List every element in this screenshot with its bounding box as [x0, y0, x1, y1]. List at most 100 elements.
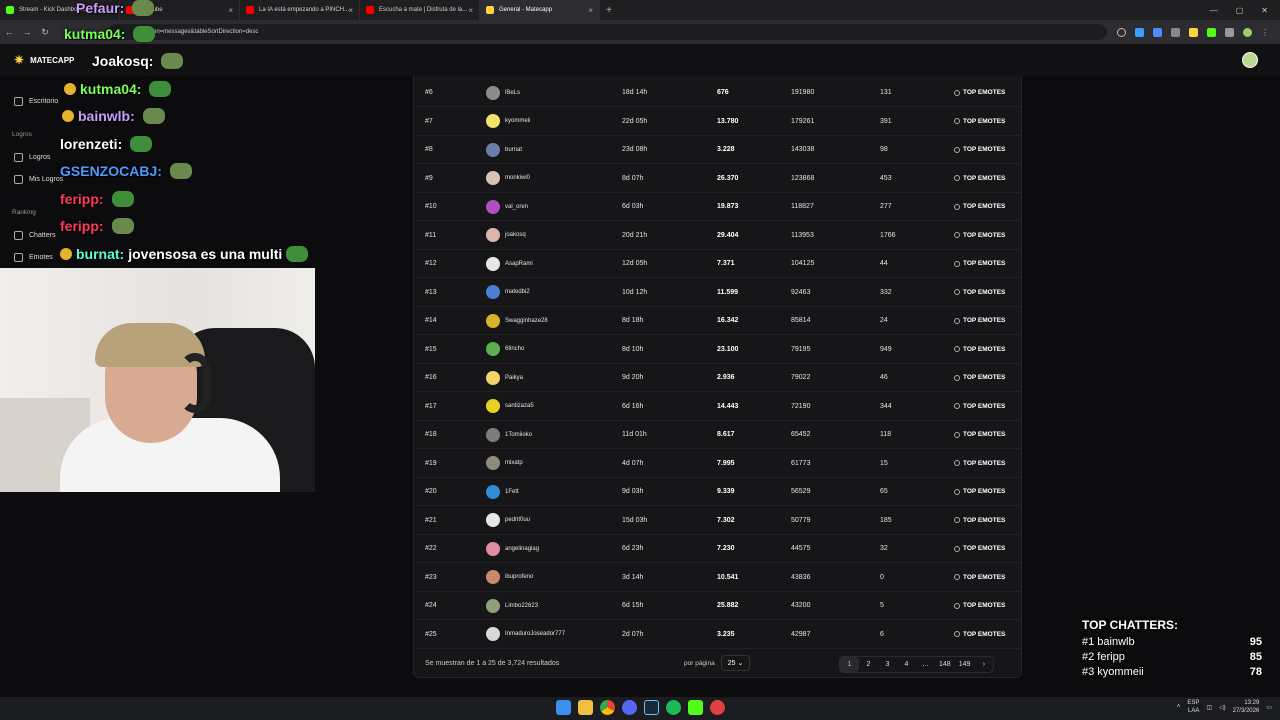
clock[interactable]: 13:29 27/3/2026 [1233, 699, 1260, 715]
sidebar-item-chatters[interactable]: Chatters [14, 231, 55, 240]
user-avatar-icon [486, 570, 500, 584]
chrome-icon[interactable] [600, 700, 615, 715]
windows-start-icon[interactable] [556, 700, 571, 715]
menu-dots-icon[interactable]: ⋮ [1261, 28, 1270, 37]
username: monkiwi0 [505, 175, 531, 181]
page-button[interactable]: 149 [955, 657, 975, 672]
extension-icon[interactable] [1153, 27, 1162, 37]
user-cell: ibuprofeno [486, 570, 533, 584]
extension-icon[interactable] [1207, 27, 1216, 37]
chat-message: kutma04: [64, 81, 172, 97]
user-avatar[interactable] [1242, 52, 1258, 68]
top-emotes-button[interactable]: TOP EMOTES [954, 374, 1005, 381]
spotify-icon[interactable] [666, 700, 681, 715]
notification-icon[interactable]: ▭ [1266, 704, 1272, 711]
top-emotes-button[interactable]: TOP EMOTES [954, 175, 1005, 182]
top-emotes-button[interactable]: TOP EMOTES [954, 289, 1005, 296]
top-emotes-button[interactable]: TOP EMOTES [954, 460, 1005, 467]
user-cell: Paikya [486, 370, 523, 385]
top-emotes-button[interactable]: TOP EMOTES [954, 203, 1005, 210]
steam-icon[interactable] [644, 700, 659, 715]
username: santizaza5 [505, 403, 534, 409]
new-tab-icon[interactable]: + [600, 5, 618, 16]
bookmark-star-icon[interactable] [1117, 27, 1126, 37]
chat-username: lorenzeti: [60, 136, 123, 152]
top-emotes-button[interactable]: TOP EMOTES [954, 431, 1005, 438]
eye-icon [954, 232, 960, 238]
page-button[interactable]: 4 [897, 657, 916, 672]
extension-icon[interactable] [1171, 27, 1180, 37]
points-cell: 43836 [791, 573, 811, 581]
top-emotes-button[interactable]: TOP EMOTES [954, 146, 1005, 153]
top-emotes-label: TOP EMOTES [963, 260, 1006, 267]
sidebar-item-label: Logros [12, 131, 32, 138]
watch-time-cell: 10d 12h [622, 288, 648, 296]
language-indicator[interactable]: ESP LAA [1187, 699, 1199, 715]
profile-icon[interactable] [1243, 27, 1252, 37]
top-emotes-button[interactable]: TOP EMOTES [954, 232, 1005, 239]
rank-cell: #12 [425, 260, 437, 267]
user-avatar-icon [486, 114, 500, 128]
discord-icon[interactable] [622, 700, 637, 715]
points-cell: 118827 [791, 203, 814, 210]
points-cell: 104125 [791, 260, 815, 267]
sidebar-item-logros[interactable]: Logros [14, 153, 50, 162]
table-row: #8 burnat 23d 08h 3.228 143038 98 TOP EMOTES [414, 136, 1022, 164]
user-avatar-icon [486, 228, 500, 242]
top-emotes-button[interactable]: TOP EMOTES [954, 602, 1005, 609]
top-emotes-button[interactable]: TOP EMOTES [954, 488, 1005, 495]
top-emotes-button[interactable]: TOP EMOTES [954, 118, 1005, 125]
table-row: #23 ibuprofeno 3d 14h 10.541 43836 0 TOP EMOTE… [414, 564, 1022, 592]
top-emotes-button[interactable]: TOP EMOTES [954, 89, 1005, 96]
puzzle-icon[interactable] [1225, 27, 1234, 37]
volume-icon[interactable]: ◁) [1219, 704, 1226, 711]
page-button[interactable]: 148 [935, 657, 955, 672]
chat-username: kutma04: [80, 81, 142, 97]
sidebar-item-mis-logros[interactable]: Mis Logros [14, 175, 63, 184]
sidebar-section-label: Logros [12, 131, 32, 138]
tab-close-icon[interactable]: × [468, 6, 473, 15]
minimize-icon[interactable]: — [1210, 6, 1218, 15]
browser-tab[interactable]: Escucha a mate | Disfruta de la... × [360, 0, 480, 20]
top-emotes-button[interactable]: TOP EMOTES [954, 346, 1005, 353]
pagination: 1 2 3 4... 148 149 › [839, 656, 995, 673]
forward-icon[interactable]: → [18, 27, 36, 37]
tray-chevron-icon[interactable]: ˄ [1177, 704, 1181, 710]
close-window-icon[interactable]: ✕ [1261, 6, 1268, 15]
reload-icon[interactable]: ↻ [36, 27, 54, 38]
extension-icon[interactable] [1135, 27, 1144, 37]
kick-icon[interactable] [688, 700, 703, 715]
watch-time-cell: 20d 21h [622, 231, 648, 239]
file-explorer-icon[interactable] [578, 700, 593, 715]
tab-title: General - Matecapp [499, 7, 553, 13]
page-button[interactable]: 2 [859, 657, 878, 672]
top-emotes-button[interactable]: TOP EMOTES [954, 631, 1005, 638]
sidebar-item-escritorio[interactable]: Escritorio [14, 97, 58, 106]
browser-tab[interactable]: General - Matecapp × [480, 0, 600, 20]
tab-close-icon[interactable]: × [588, 6, 593, 15]
top-emotes-button[interactable]: TOP EMOTES [954, 260, 1005, 267]
username: val_oren [505, 203, 529, 210]
user-avatar-icon [486, 171, 500, 185]
page-button[interactable]: 3 [878, 657, 897, 672]
sidebar-item-emotes[interactable]: Emotes [14, 253, 53, 262]
rank-cell: #24 [425, 602, 437, 609]
page-button[interactable]: 1 [840, 657, 859, 672]
top-emotes-button[interactable]: TOP EMOTES [954, 574, 1005, 581]
app-icon[interactable] [710, 700, 725, 715]
user-cell: 1Tomiioko [486, 427, 532, 442]
next-page-button[interactable]: › [974, 657, 993, 672]
top-emotes-button[interactable]: TOP EMOTES [954, 545, 1005, 552]
user-avatar-icon [486, 484, 500, 499]
top-emotes-button[interactable]: TOP EMOTES [954, 317, 1005, 324]
per-page-select[interactable]: 25 ⌄ [720, 655, 751, 671]
top-emotes-button[interactable]: TOP EMOTES [954, 517, 1005, 524]
top-emotes-button[interactable]: TOP EMOTES [954, 403, 1005, 410]
network-icon[interactable]: ◫ [1206, 704, 1212, 711]
sidebar-section-label: Ranking [12, 209, 36, 216]
top-emotes-label: TOP EMOTES [963, 545, 1006, 552]
tab-close-icon[interactable]: × [348, 6, 353, 15]
back-icon[interactable]: ← [0, 27, 18, 37]
maximize-icon[interactable]: ▢ [1236, 6, 1244, 15]
extension-icon[interactable] [1189, 27, 1198, 37]
